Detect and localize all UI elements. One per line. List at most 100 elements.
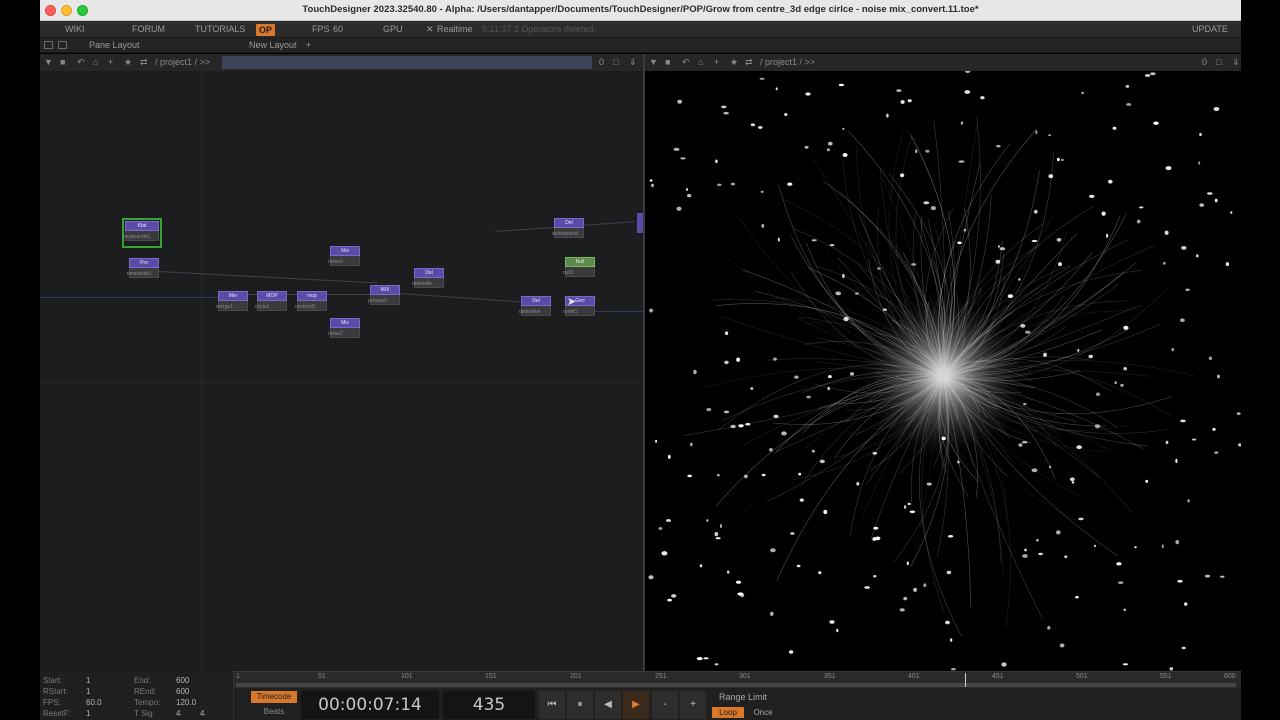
update-button[interactable]: UPDATE [1192, 24, 1228, 34]
gpu-label[interactable]: GPU [383, 24, 403, 34]
wiki-link[interactable]: WIKI [65, 24, 85, 34]
bookmark-star-icon[interactable]: ★ [124, 57, 132, 68]
back-icon[interactable]: ↶ [77, 57, 85, 68]
once-toggle[interactable]: Once [748, 707, 778, 718]
playhead[interactable] [965, 673, 966, 687]
viewer-star-icon[interactable]: ★ [730, 57, 738, 68]
tsig-denominator[interactable]: 4 [200, 709, 204, 718]
particle-dot [1094, 424, 1101, 429]
timecode-display[interactable]: 00:00:07:14 [301, 691, 439, 719]
pause-icon[interactable]: ⏸ [567, 691, 593, 719]
particle-dot [737, 592, 744, 596]
step-back-icon[interactable]: ◀ [595, 691, 621, 719]
particle-dot [1088, 354, 1093, 359]
particle-dot [1022, 554, 1028, 558]
add-icon[interactable]: + [108, 57, 113, 68]
viewer-stop-icon[interactable]: ■ [665, 57, 670, 68]
network-path[interactable]: / project1 / >> [155, 57, 210, 68]
mouse-cursor-icon: ➤ [567, 296, 577, 308]
rstart-value[interactable]: 1 [86, 687, 90, 696]
particle-dot [926, 482, 932, 486]
fps-setting-value[interactable]: 60.0 [86, 698, 102, 707]
new-layout-button[interactable]: New Layout [249, 40, 297, 50]
network-toolbar: ▼ ■ ↶ ⌂ + ★ ⇄ / project1 / >> 0 □ ⇓ [40, 54, 643, 71]
node-timer1[interactable]: Pro timerdesk1 [127, 258, 159, 278]
frame-display[interactable]: 435 [443, 691, 535, 719]
particle-dot [761, 473, 766, 477]
timeline-ruler[interactable]: 1 51 101 151 201 251 301 351 401 451 501… [234, 671, 1241, 688]
node-deletetile[interactable]: Del deletetile [412, 268, 444, 288]
particle-dot [648, 575, 654, 580]
particle-dot [915, 149, 918, 154]
viewer-link-icon[interactable]: ⇄ [745, 57, 753, 68]
node-noise3[interactable]: Noi noise3 [328, 246, 360, 266]
node-merge1[interactable]: Mer merge1 [216, 291, 248, 311]
pane-layout-button[interactable]: Pane Layout [89, 40, 140, 50]
loop-toggle[interactable]: Loop [712, 707, 744, 718]
particle-dot [882, 308, 887, 311]
add-layout-icon[interactable]: + [306, 40, 311, 50]
viewer-maximize-icon[interactable]: □ [1216, 57, 1221, 68]
beats-toggle[interactable]: Beats [251, 706, 297, 717]
tempo-value[interactable]: 120.0 [176, 698, 196, 707]
rend-value[interactable]: 600 [176, 687, 189, 696]
end-value[interactable]: 600 [176, 676, 189, 685]
particle-dot [925, 149, 930, 153]
node-circle1[interactable]: MOP circle1 [255, 291, 287, 311]
particle-dot [760, 190, 764, 193]
viewer-add-icon[interactable]: + [714, 57, 719, 68]
pane-options-icon[interactable] [58, 41, 67, 49]
node-pchase2[interactable]: MIX pchase2 [368, 285, 400, 305]
viewer-back-icon[interactable]: ↶ [682, 57, 690, 68]
maximize-pane-icon[interactable]: □ [613, 57, 618, 68]
link-icon[interactable]: ⇄ [140, 57, 148, 68]
node-noise2[interactable]: Mix noise2 [328, 318, 360, 338]
particle-dot [1123, 367, 1128, 371]
node-deleteblend[interactable]: Del deleteblend [552, 218, 584, 238]
step-plus-button[interactable]: + [680, 691, 706, 719]
op-snippets-button[interactable]: OP [256, 24, 276, 36]
timecode-toggle[interactable]: Timecode [251, 691, 297, 703]
home-icon[interactable]: ⌂ [93, 57, 98, 68]
particle-dot [1177, 579, 1183, 583]
tsig-numerator[interactable]: 4 [176, 709, 180, 718]
node-deleteline[interactable]: Del deleteline [519, 296, 551, 316]
particle-dot [676, 206, 682, 211]
start-value[interactable]: 1 [86, 676, 90, 685]
viewer-home-icon[interactable]: ⌂ [698, 57, 703, 68]
viewer-menu-icon[interactable]: ▼ [649, 57, 658, 68]
particle-dot [1031, 468, 1038, 473]
particle-dot [872, 452, 877, 455]
rewind-icon[interactable]: ⏮ [539, 691, 565, 719]
render-viewer[interactable] [645, 71, 1241, 671]
network-editor[interactable]: Kbd keyboardin1 Pro timerdesk1 Noi noise… [40, 71, 643, 671]
particle-dot [958, 160, 965, 163]
stop-icon[interactable]: ■ [60, 57, 65, 68]
particle-dot [941, 436, 946, 441]
particle-dot [1081, 91, 1084, 95]
particle-dot [911, 263, 917, 266]
node-null1[interactable]: Null null1 [563, 257, 595, 277]
timeline-scrub-bar[interactable] [236, 683, 1236, 687]
step-minus-button[interactable]: - [652, 691, 678, 719]
tsig-label: T Sig: [134, 709, 155, 718]
download-icon[interactable]: ⇓ [629, 57, 637, 68]
viewer-path[interactable]: / project1 / >> [760, 57, 815, 68]
pane-split-icon[interactable] [44, 41, 53, 49]
particle-dot [788, 650, 794, 654]
pane-menu-icon[interactable]: ▼ [44, 57, 53, 68]
particle-dot [1214, 451, 1219, 454]
particle-dot [1064, 555, 1068, 559]
particle-dot [1175, 458, 1178, 463]
realtime-checkbox-icon[interactable]: ✕ [426, 24, 434, 35]
path-field[interactable] [222, 56, 592, 69]
node-keyboardin1[interactable]: Kbd keyboardin1 [122, 218, 162, 248]
resetf-value[interactable]: 1 [86, 709, 90, 718]
node-centroid1[interactable]: mop centroid1 [295, 291, 327, 311]
viewer-download-icon[interactable]: ⇓ [1232, 57, 1240, 68]
tutorials-link[interactable]: TUTORIALS [195, 24, 245, 34]
play-icon[interactable]: ▶ [623, 691, 649, 719]
window-titlebar: TouchDesigner 2023.32540.80 - Alpha: /Us… [40, 0, 1241, 21]
forum-link[interactable]: FORUM [132, 24, 165, 34]
particle-dot [811, 449, 815, 453]
